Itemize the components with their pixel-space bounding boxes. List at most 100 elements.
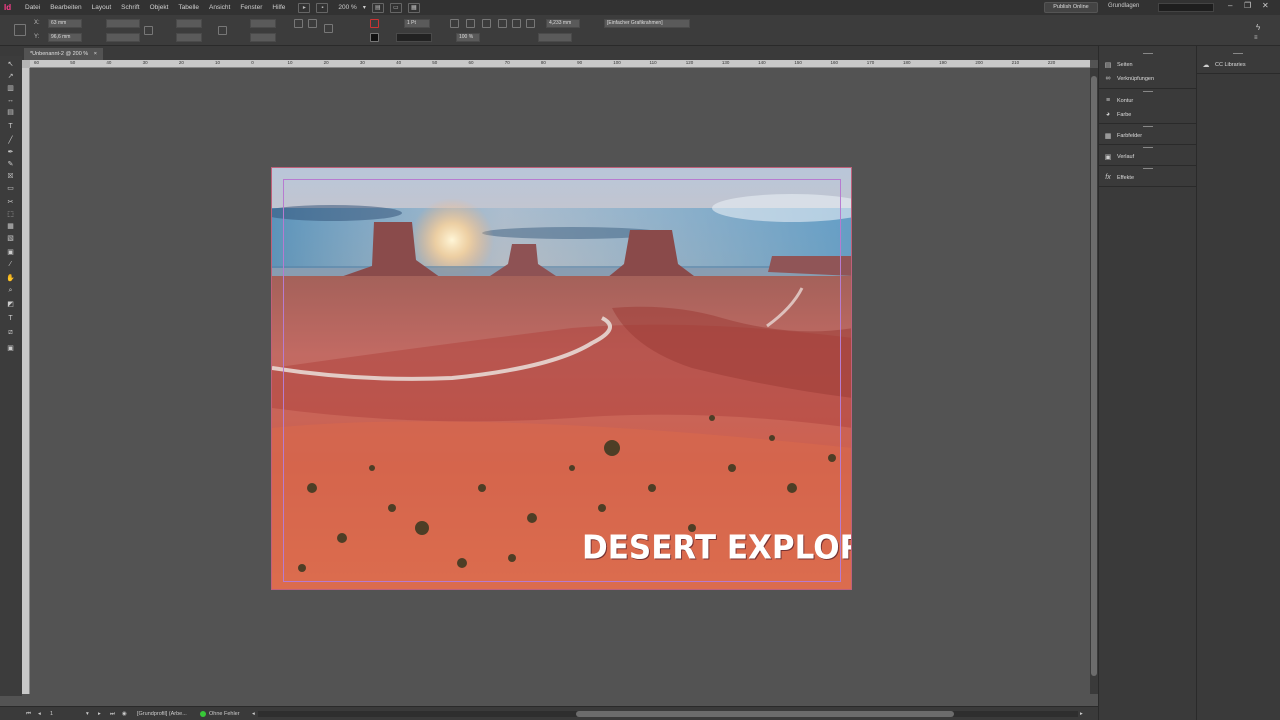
panel-grip[interactable]: [1233, 53, 1243, 54]
first-page-icon[interactable]: ⏮: [26, 709, 31, 719]
scroll-right-icon[interactable]: ▸: [1080, 709, 1083, 719]
gradient-tool-icon[interactable]: ▦: [5, 222, 16, 231]
minimize-icon[interactable]: –: [1228, 1, 1232, 10]
fill-none-icon[interactable]: [370, 19, 379, 28]
open-document-icon[interactable]: ◉: [122, 709, 127, 719]
preflight-status[interactable]: Ohne Fehler: [200, 709, 240, 719]
align-left-icon[interactable]: [498, 19, 507, 28]
menu-layout[interactable]: Layout: [87, 4, 117, 11]
menu-datei[interactable]: Datei: [20, 4, 45, 11]
align-center-icon[interactable]: [512, 19, 521, 28]
close-icon[interactable]: ×: [94, 51, 97, 57]
reference-point-icon[interactable]: [14, 24, 26, 36]
panel-pages[interactable]: ▤ Seiten: [1103, 58, 1193, 71]
text-icon[interactable]: [324, 24, 333, 33]
zoom-tool-icon[interactable]: ⌕: [5, 286, 16, 295]
object-style-dropdown[interactable]: [Einfacher Grafikrahmen]: [604, 19, 690, 28]
menu-bearbeiten[interactable]: Bearbeiten: [45, 4, 86, 11]
content-collector-icon[interactable]: ▤: [5, 108, 16, 117]
screen-mode-icon[interactable]: ▣: [5, 344, 16, 353]
eyedropper-tool-icon[interactable]: ⁄: [5, 260, 16, 269]
close-icon[interactable]: ✕: [1262, 1, 1269, 10]
menu-ansicht[interactable]: Ansicht: [204, 4, 235, 11]
document-page[interactable]: DESERT EXPLORER: [271, 167, 852, 590]
panel-links[interactable]: ∞ Verknüpfungen: [1103, 72, 1193, 85]
x-position-field[interactable]: 63 mm: [48, 19, 82, 28]
content-fit-icon[interactable]: [466, 19, 475, 28]
panel-grip[interactable]: [1143, 91, 1153, 92]
scale-y-field[interactable]: [176, 33, 202, 42]
shear-field[interactable]: [250, 33, 276, 42]
publish-online-button[interactable]: Publish Online: [1044, 2, 1098, 13]
horizontal-scrollbar[interactable]: [258, 711, 1078, 717]
corner-size-field[interactable]: [538, 33, 572, 42]
direct-selection-tool-icon[interactable]: ↗: [5, 72, 16, 81]
panel-grip[interactable]: [1143, 147, 1153, 148]
panel-menu-icon[interactable]: ≡: [1254, 35, 1258, 41]
rotate-icon[interactable]: [294, 19, 303, 28]
hand-tool-icon[interactable]: ✋: [5, 274, 16, 283]
panel-effects[interactable]: fx Effekte: [1103, 171, 1193, 184]
fill-frame-icon[interactable]: [482, 19, 491, 28]
chevron-down-icon[interactable]: ▾: [363, 4, 366, 11]
frame-fit-icon[interactable]: [450, 19, 459, 28]
last-page-icon[interactable]: ⏭: [110, 709, 115, 719]
pasteboard[interactable]: DESERT EXPLORER: [30, 68, 1090, 694]
rotation-field[interactable]: [250, 19, 276, 28]
width-field[interactable]: [106, 19, 140, 28]
panel-swatches[interactable]: ▦ Farbfelder: [1103, 129, 1193, 142]
gap-tool-icon[interactable]: ↔: [5, 96, 16, 105]
scissors-tool-icon[interactable]: ✂: [5, 198, 16, 207]
height-field[interactable]: [106, 33, 140, 42]
scroll-left-icon[interactable]: ◂: [252, 709, 255, 719]
rotate-ccw-icon[interactable]: [308, 19, 317, 28]
stroke-type-dropdown[interactable]: [396, 33, 432, 42]
type-tool-icon[interactable]: T: [5, 122, 16, 131]
offset-field[interactable]: 4,233 mm: [546, 19, 580, 28]
menu-tabelle[interactable]: Tabelle: [173, 4, 204, 11]
vertical-scroll-thumb[interactable]: [1091, 76, 1097, 676]
stroke-weight-field[interactable]: 1 Pt: [404, 19, 430, 28]
stroke-swatch-icon[interactable]: [370, 33, 379, 42]
line-tool-icon[interactable]: ╱: [5, 136, 16, 145]
prev-page-icon[interactable]: ◂: [38, 709, 41, 719]
panel-grip[interactable]: [1143, 126, 1153, 127]
view-options-button[interactable]: ▤: [371, 2, 384, 13]
ruler-origin[interactable]: [22, 60, 30, 68]
chevron-down-icon[interactable]: ▾: [86, 709, 89, 719]
panel-color[interactable]: ◕ Farbe: [1103, 108, 1193, 121]
panel-cc-libraries[interactable]: ☁ CC Libraries: [1201, 58, 1279, 71]
horizontal-scroll-thumb[interactable]: [576, 711, 954, 717]
free-transform-tool-icon[interactable]: ⬚: [5, 210, 16, 219]
rectangle-tool-icon[interactable]: ▭: [5, 184, 16, 193]
minibridge-button[interactable]: ▪: [316, 2, 329, 13]
scale-x-field[interactable]: [176, 19, 202, 28]
page-tool-icon[interactable]: ▥: [5, 84, 16, 93]
title-text[interactable]: DESERT EXPLORER: [582, 529, 851, 567]
rectangle-frame-tool-icon[interactable]: ☒: [5, 172, 16, 181]
menu-fenster[interactable]: Fenster: [235, 4, 267, 11]
constrain-scale-icon[interactable]: [218, 26, 227, 35]
align-right-icon[interactable]: [526, 19, 535, 28]
note-tool-icon[interactable]: ▣: [5, 248, 16, 257]
y-position-field[interactable]: 96,6 mm: [48, 33, 82, 42]
lightning-icon[interactable]: ϟ: [1256, 23, 1260, 32]
document-tab[interactable]: *Unbenannt-2 @ 200 % ×: [24, 48, 103, 60]
apply-none-icon[interactable]: ⧄: [5, 328, 16, 337]
search-input[interactable]: [1158, 3, 1214, 12]
selection-tool-icon[interactable]: ↖: [5, 60, 16, 69]
panel-grip[interactable]: [1143, 168, 1153, 169]
page-number-field[interactable]: 1: [50, 709, 53, 719]
vertical-ruler[interactable]: [22, 68, 30, 694]
pencil-tool-icon[interactable]: ✎: [5, 160, 16, 169]
desert-photo[interactable]: [272, 168, 852, 590]
restore-icon[interactable]: ❐: [1244, 1, 1251, 10]
title-text-frame[interactable]: DESERT EXPLORER: [558, 528, 851, 574]
gradient-feather-tool-icon[interactable]: ▧: [5, 234, 16, 243]
menu-schrift[interactable]: Schrift: [116, 4, 144, 11]
preflight-profile[interactable]: [Grundprofil] (Arbe...: [137, 709, 187, 719]
panel-gradient[interactable]: ▣ Verlauf: [1103, 150, 1193, 163]
arrange-documents-button[interactable]: ▦: [407, 2, 420, 13]
screen-mode-button[interactable]: ▭: [389, 2, 402, 13]
constrain-proportions-icon[interactable]: [144, 26, 153, 35]
